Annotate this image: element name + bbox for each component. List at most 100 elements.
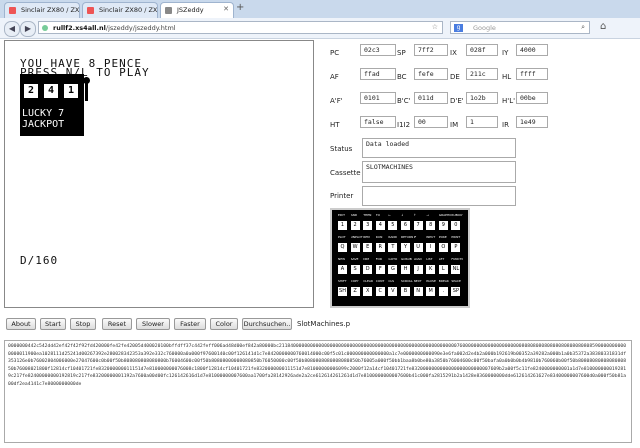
label-pc: PC (330, 49, 340, 57)
key-i[interactable]: I (426, 243, 436, 252)
key-t[interactable]: T (388, 243, 398, 252)
key-caption: COPY (350, 279, 359, 283)
key-c[interactable]: C (375, 287, 385, 296)
key-sp[interactable]: SP (451, 287, 461, 296)
forward-button[interactable]: ▶ (20, 21, 36, 37)
reset-button[interactable]: Reset (102, 318, 132, 330)
key-o[interactable]: O (438, 243, 448, 252)
key-caption: PLOT (338, 235, 346, 239)
home-icon[interactable]: ⌂ (600, 21, 606, 32)
tab-forum-1[interactable]: Sinclair ZX80 / ZX81 Forum... (4, 2, 80, 18)
key-caption: ↓ (401, 213, 404, 217)
close-tab-icon[interactable]: ✕ (223, 5, 229, 13)
key-v[interactable]: V (388, 287, 398, 296)
key-b[interactable]: B (401, 287, 410, 296)
slot-machine-graphic: 2 4 1 LUCKY 7 JACKPOT (20, 74, 84, 136)
cassette-field[interactable]: SLOTMACHINES (362, 161, 516, 183)
nav-toolbar: ◀ ▶ rullf2.xs4all.nl/jszeddy/jszeddy.htm… (0, 18, 640, 39)
key-x[interactable]: X (363, 287, 373, 296)
reg-bc-field[interactable]: fefe (414, 68, 448, 80)
site-identity-icon (42, 25, 48, 31)
key-8[interactable]: 8 (426, 221, 436, 230)
key-l[interactable]: L (438, 265, 448, 274)
reg-pc-field[interactable]: 02c3 (360, 44, 396, 56)
key-9[interactable]: 9 (438, 221, 448, 230)
key-4[interactable]: 4 (375, 221, 385, 230)
reg-af-field[interactable]: ffad (360, 68, 396, 80)
key-7[interactable]: 7 (413, 221, 423, 230)
key-2[interactable]: 2 (350, 221, 360, 230)
tab-jszeddy[interactable]: JSZeddy ✕ (160, 2, 234, 18)
back-arrow-icon: ◀ (8, 24, 16, 33)
memory-dump-area[interactable]: 0000000442c542dd42ef42f42f92fd420000fe42… (4, 340, 632, 443)
reg-af-alt-field[interactable]: 0101 (360, 92, 396, 104)
browse-file-button[interactable]: Durchsuchen.. (242, 318, 292, 330)
search-icon[interactable]: ⌕ (581, 23, 585, 32)
reg-iy-field[interactable]: 4000 (516, 44, 548, 56)
back-button[interactable]: ◀ (4, 21, 20, 37)
key-caption: IF (413, 235, 417, 239)
key-p[interactable]: P (451, 243, 461, 252)
faster-button[interactable]: Faster (174, 318, 206, 330)
reel-1: 2 (24, 84, 38, 98)
stop-button[interactable]: Stop (70, 318, 96, 330)
reg-i1i2-field[interactable]: 00 (414, 116, 448, 128)
key-3[interactable]: 3 (363, 221, 373, 230)
keyboard-row: PLOT Q UNPLOT W REM E RUN R RAND T RETURN Y IF U INPUT… (338, 235, 464, 254)
new-tab-icon[interactable]: + (236, 2, 244, 13)
key-j[interactable]: J (413, 265, 423, 274)
key-d[interactable]: D (363, 265, 373, 274)
reg-ht-field[interactable]: false (360, 116, 396, 128)
key-6[interactable]: 6 (401, 221, 410, 230)
color-button[interactable]: Color (210, 318, 238, 330)
key-caption: SHIFT (338, 279, 347, 283)
key-q[interactable]: Q (338, 243, 347, 252)
key-caption: EDIT (338, 213, 345, 217)
key-g[interactable]: G (388, 265, 398, 274)
key-caption: FOR (375, 257, 382, 261)
key-y[interactable]: Y (401, 243, 410, 252)
key-caption: INPUT (426, 235, 436, 239)
key-m[interactable]: M (426, 287, 436, 296)
slower-button[interactable]: Slower (136, 318, 170, 330)
search-box[interactable]: g Google ⌕ (450, 21, 590, 34)
status-field[interactable]: Data loaded (362, 138, 516, 158)
key-f[interactable]: F (375, 265, 385, 274)
key-h[interactable]: H (401, 265, 410, 274)
key-0[interactable]: 0 (451, 221, 461, 230)
key-k[interactable]: K (426, 265, 436, 274)
bookmark-star-icon[interactable]: ☆ (432, 23, 438, 31)
key-n[interactable]: N (413, 287, 423, 296)
start-button[interactable]: Start (40, 318, 66, 330)
key-w[interactable]: W (350, 243, 360, 252)
about-button[interactable]: About (6, 318, 36, 330)
key-nl[interactable]: NL (451, 265, 461, 274)
key-r[interactable]: R (375, 243, 385, 252)
key-u[interactable]: U (413, 243, 423, 252)
key-caption: SCROLL (401, 279, 413, 283)
key-.[interactable]: . (438, 287, 448, 296)
label-sp: SP (397, 49, 406, 57)
reg-hl-field[interactable]: ffff (516, 68, 548, 80)
key-5[interactable]: 5 (388, 221, 398, 230)
reg-de-field[interactable]: 211c (466, 68, 498, 80)
address-bar[interactable]: rullf2.xs4all.nl/jszeddy/jszeddy.html ☆ (38, 21, 443, 34)
key-1[interactable]: 1 (338, 221, 347, 230)
key-e[interactable]: E (363, 243, 373, 252)
key-s[interactable]: S (350, 265, 360, 274)
key-caption: THEN (363, 213, 372, 217)
reg-hl-alt-field[interactable]: 00be (516, 92, 548, 104)
key-sh[interactable]: SH (338, 287, 347, 296)
key-z[interactable]: Z (350, 287, 360, 296)
reg-ix-field[interactable]: 028f (466, 44, 498, 56)
virtual-keyboard[interactable]: EDIT1AND2THEN3TO4←5↓6↑7→8GRAPHICS9RUBOUT… (330, 208, 470, 308)
reg-bc-alt-field[interactable]: 011d (414, 92, 448, 104)
reg-ir-field[interactable]: 1e49 (516, 116, 548, 128)
reg-de-alt-field[interactable]: 1o2b (466, 92, 498, 104)
emulator-screen[interactable]: YOU HAVE 8 PENCE PRESS N/L TO PLAY 2 4 1… (4, 40, 314, 308)
key-a[interactable]: A (338, 265, 347, 274)
reg-im-field[interactable]: 1 (466, 116, 498, 128)
printer-field[interactable] (362, 186, 516, 206)
reg-sp-field[interactable]: 7ff2 (414, 44, 448, 56)
tab-forum-2[interactable]: Sinclair ZX80 / ZX81 Forum... (82, 2, 158, 18)
